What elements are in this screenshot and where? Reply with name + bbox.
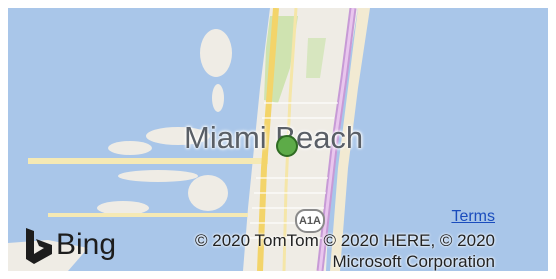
map-view[interactable]: Miami Beach A1A Bing Terms © 2020 TomTom…	[8, 8, 548, 271]
location-pin[interactable]	[276, 135, 298, 157]
terms-link[interactable]: Terms	[451, 208, 495, 226]
copyright-notice: © 2020 TomTom © 2020 HERE, © 2020 Micros…	[75, 230, 495, 271]
copyright-line-2: Microsoft Corporation	[332, 252, 495, 271]
place-label: Miami Beach	[184, 120, 364, 155]
bing-logo-icon	[26, 228, 52, 264]
copyright-line-1: © 2020 TomTom © 2020 HERE, © 2020	[195, 231, 495, 250]
